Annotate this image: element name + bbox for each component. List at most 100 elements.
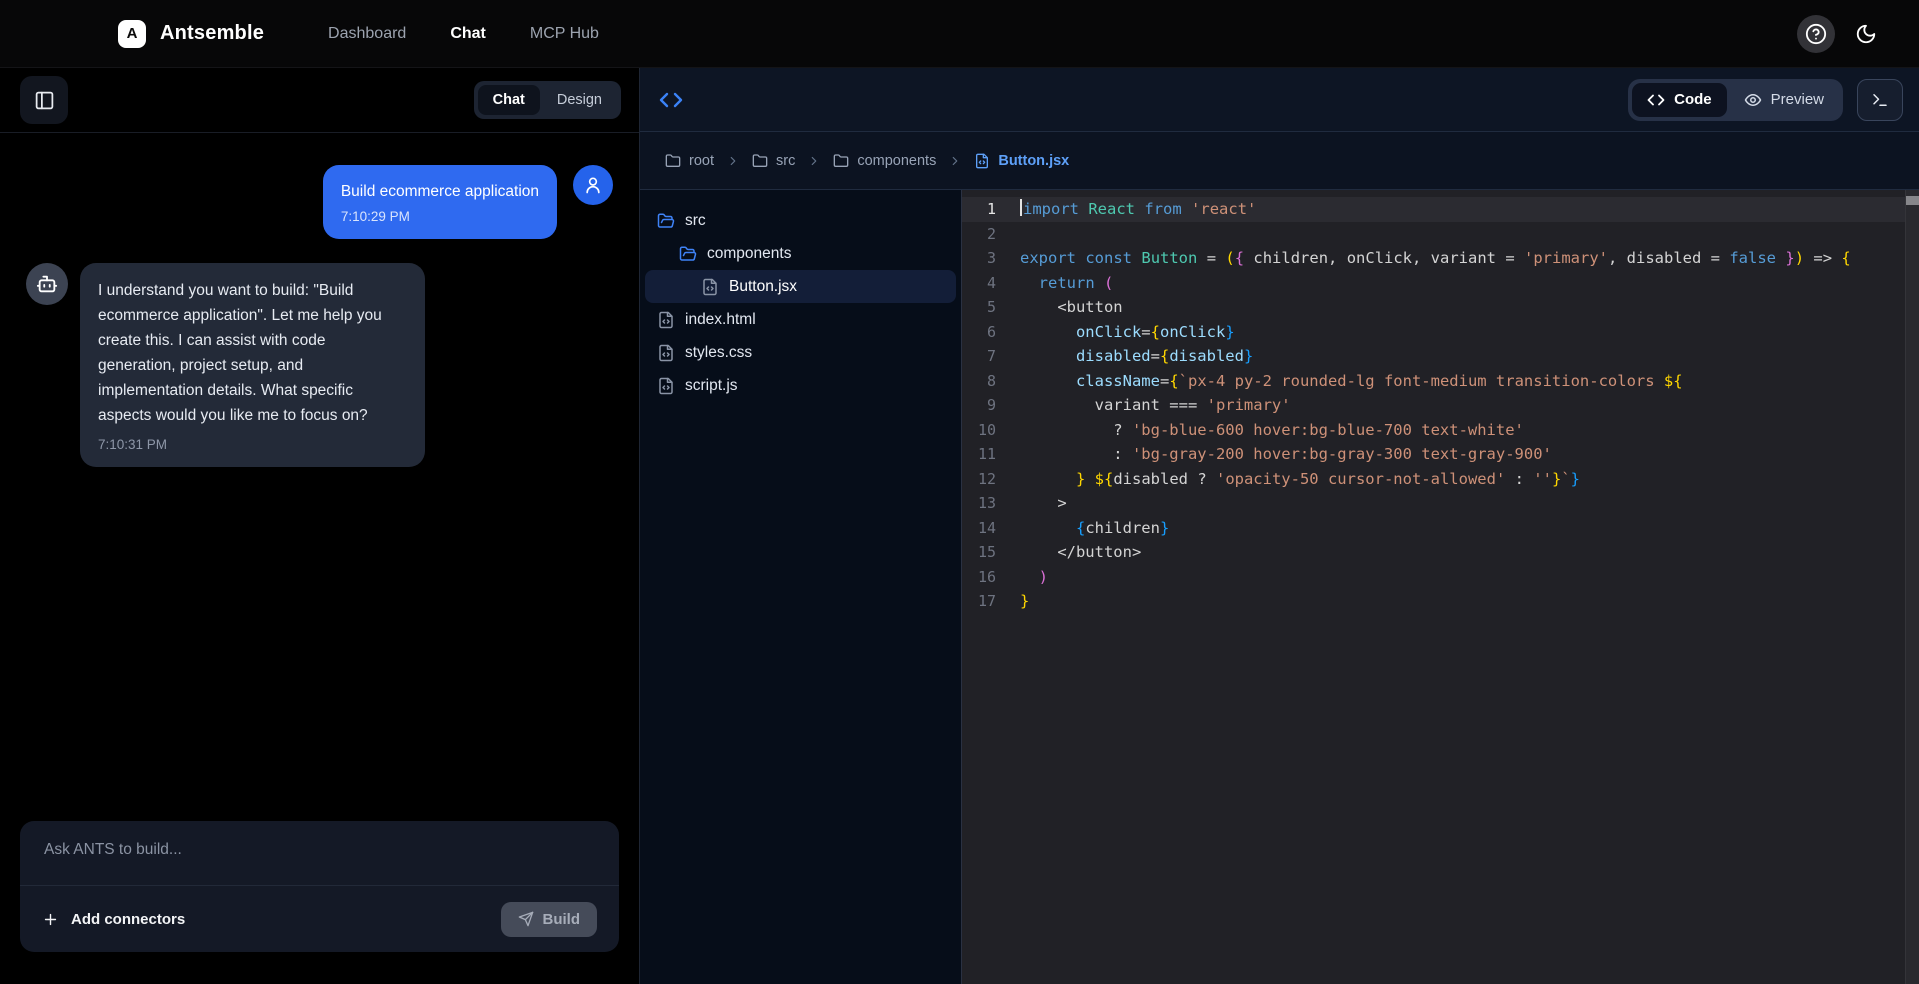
line-number: 15 — [962, 540, 1012, 565]
user-message-time: 7:10:29 PM — [341, 209, 539, 224]
breadcrumb-item-components[interactable]: components — [833, 153, 936, 169]
help-circle-icon — [1805, 23, 1827, 45]
line-number: 14 — [962, 516, 1012, 541]
moon-icon — [1855, 23, 1877, 45]
terminal-button[interactable] — [1857, 79, 1903, 121]
breadcrumb-label: components — [857, 153, 936, 169]
user-message-row: Build ecommerce application 7:10:29 PM — [26, 165, 613, 239]
composer: Add connectors Build — [20, 821, 619, 952]
nav-item-mcp-hub[interactable]: MCP Hub — [530, 25, 599, 43]
file-tree: src components Button.jsx index.html styles.… — [640, 190, 962, 984]
nav-item-dashboard[interactable]: Dashboard — [328, 25, 406, 43]
line-number: 8 — [962, 369, 1012, 394]
code-line-text — [1012, 222, 1919, 247]
tree-item-button-jsx[interactable]: Button.jsx — [645, 270, 956, 303]
send-icon — [518, 911, 534, 927]
code-line-text: : 'bg-gray-200 hover:bg-gray-300 text-gr… — [1012, 442, 1919, 467]
brand-name: Antsemble — [160, 22, 264, 45]
code-line-text: variant === 'primary' — [1012, 393, 1919, 418]
tree-item-label: script.js — [685, 377, 738, 395]
code-line-14[interactable]: 14{children} — [962, 516, 1919, 541]
file-code-icon — [657, 377, 675, 395]
code-editor[interactable]: 1import React from 'react'23export const… — [962, 190, 1919, 984]
tree-item-index-html[interactable]: index.html — [645, 303, 956, 336]
code-line-10[interactable]: 10? 'bg-blue-600 hover:bg-blue-700 text-… — [962, 418, 1919, 443]
breadcrumb-item-src[interactable]: src — [752, 153, 795, 169]
assistant-message-time: 7:10:31 PM — [98, 437, 407, 452]
code-line-6[interactable]: 6onClick={onClick} — [962, 320, 1919, 345]
code-line-text: ) — [1012, 565, 1919, 590]
tree-item-components[interactable]: components — [645, 237, 956, 270]
code-line-8[interactable]: 8className={`px-4 py-2 rounded-lg font-m… — [962, 369, 1919, 394]
help-button[interactable] — [1797, 15, 1835, 53]
code-line-text: ? 'bg-blue-600 hover:bg-blue-700 text-wh… — [1012, 418, 1919, 443]
breadcrumb-label: src — [776, 153, 795, 169]
primary-nav: Dashboard Chat MCP Hub — [328, 25, 599, 43]
file-code-icon — [701, 278, 719, 296]
code-line-text: </button> — [1012, 540, 1919, 565]
view-option-label: Preview — [1771, 91, 1824, 108]
build-button[interactable]: Build — [501, 902, 598, 937]
code-line-5[interactable]: 5<button — [962, 295, 1919, 320]
editor-scrollbar-thumb[interactable] — [1906, 196, 1919, 205]
code-line-17[interactable]: 17} — [962, 589, 1919, 614]
file-code-icon — [974, 153, 990, 169]
mode-option-design[interactable]: Design — [542, 85, 617, 115]
line-number: 17 — [962, 589, 1012, 614]
code-line-text: disabled={disabled} — [1012, 344, 1919, 369]
breadcrumb: root src components Button.jsx — [640, 132, 1919, 190]
assistant-message-bubble: I understand you want to build: "Build e… — [80, 263, 425, 467]
tree-item-label: components — [707, 245, 791, 263]
panel-left-icon — [34, 90, 55, 111]
nav-item-chat[interactable]: Chat — [450, 25, 486, 43]
code-line-12[interactable]: 12} ${disabled ? 'opacity-50 cursor-not-… — [962, 467, 1919, 492]
prompt-input[interactable] — [20, 821, 619, 885]
app-logo: A — [118, 20, 146, 48]
main-split: ChatDesign Build ecommerce application 7… — [0, 68, 1919, 984]
line-number: 5 — [962, 295, 1012, 320]
breadcrumb-label: Button.jsx — [998, 153, 1069, 169]
code-line-2[interactable]: 2 — [962, 222, 1919, 247]
folder-icon — [665, 153, 681, 169]
theme-toggle-button[interactable] — [1855, 22, 1879, 46]
tree-item-script-js[interactable]: script.js — [645, 369, 956, 402]
add-connectors-button[interactable]: Add connectors — [42, 911, 185, 928]
code-line-text: className={`px-4 py-2 rounded-lg font-me… — [1012, 369, 1919, 394]
build-label: Build — [543, 911, 581, 928]
code-line-1[interactable]: 1import React from 'react' — [962, 197, 1919, 222]
chevron-right-icon — [726, 154, 740, 168]
code-line-9[interactable]: 9variant === 'primary' — [962, 393, 1919, 418]
tree-item-src[interactable]: src — [645, 204, 956, 237]
code-icon — [1647, 91, 1665, 109]
line-number: 1 — [962, 197, 1012, 222]
line-number: 11 — [962, 442, 1012, 467]
code-line-7[interactable]: 7disabled={disabled} — [962, 344, 1919, 369]
view-option-preview[interactable]: Preview — [1729, 83, 1839, 117]
tree-item-label: index.html — [685, 311, 756, 329]
assistant-message-row: I understand you want to build: "Build e… — [26, 263, 613, 467]
editor-scrollbar[interactable] — [1905, 190, 1919, 984]
assistant-avatar — [26, 263, 68, 305]
file-code-icon — [657, 311, 675, 329]
code-line-11[interactable]: 11: 'bg-gray-200 hover:bg-gray-300 text-… — [962, 442, 1919, 467]
line-number: 13 — [962, 491, 1012, 516]
chat-panel: ChatDesign Build ecommerce application 7… — [0, 68, 640, 984]
code-line-15[interactable]: 15</button> — [962, 540, 1919, 565]
workspace-header: Code Preview — [640, 68, 1919, 132]
mode-option-chat[interactable]: Chat — [478, 85, 540, 115]
view-option-code[interactable]: Code — [1632, 83, 1727, 117]
chevron-right-icon — [948, 154, 962, 168]
breadcrumb-item-root[interactable]: root — [665, 153, 714, 169]
code-line-4[interactable]: 4return ( — [962, 271, 1919, 296]
tree-item-styles-css[interactable]: styles.css — [645, 336, 956, 369]
code-line-16[interactable]: 16) — [962, 565, 1919, 590]
code-line-3[interactable]: 3export const Button = ({ children, onCl… — [962, 246, 1919, 271]
line-number: 9 — [962, 393, 1012, 418]
eye-icon — [1744, 91, 1762, 109]
breadcrumb-item-button-jsx[interactable]: Button.jsx — [974, 153, 1069, 169]
code-line-13[interactable]: 13> — [962, 491, 1919, 516]
sidebar-toggle-button[interactable] — [20, 76, 68, 124]
message-list: Build ecommerce application 7:10:29 PM I… — [0, 133, 639, 821]
code-line-text: return ( — [1012, 271, 1919, 296]
line-number: 16 — [962, 565, 1012, 590]
